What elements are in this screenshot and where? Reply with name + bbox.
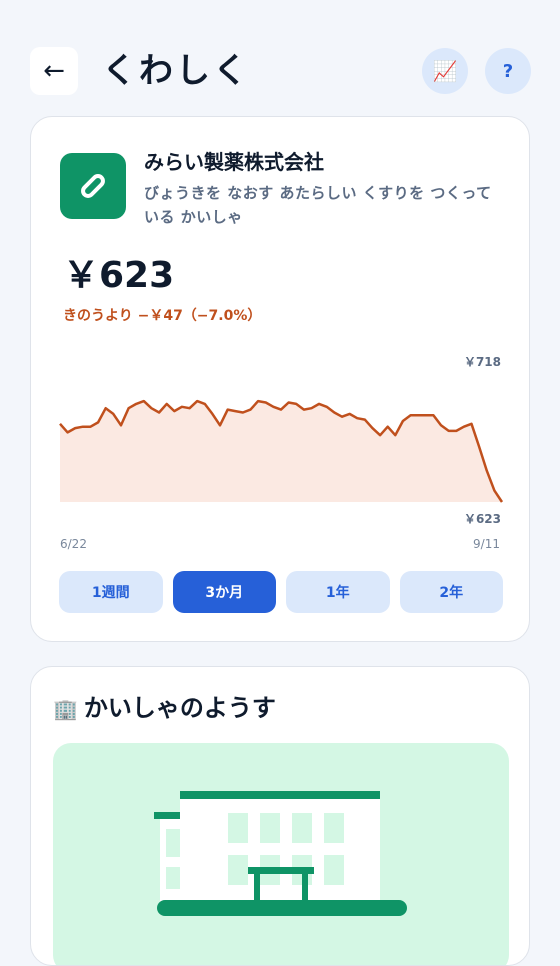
period-button-1week[interactable]: 1週間	[59, 571, 163, 613]
help-label: ?	[502, 60, 514, 82]
back-arrow-icon: ←	[43, 56, 65, 86]
company-description: びょうきを なおす あたらしい くすりを つくって いる かいしゃ	[144, 184, 492, 226]
period-selector: 1週間 3か月 1年 2年	[59, 571, 503, 613]
building-icon: 🏢	[53, 697, 78, 721]
stock-price: ￥623	[63, 255, 175, 296]
page-title: くわしく	[102, 51, 250, 91]
section-title: 🏢 かいしゃのようす	[53, 691, 276, 726]
company-name: みらい製薬株式会社	[144, 150, 324, 174]
period-button-3months[interactable]: 3か月	[172, 571, 276, 613]
max-price-label: ￥718	[463, 355, 501, 369]
end-date-label: 9/11	[473, 537, 500, 551]
company-logo	[60, 153, 126, 219]
chart-icon: 📈	[432, 59, 458, 83]
min-price-label: ￥623	[463, 512, 501, 526]
period-button-2years[interactable]: 2年	[399, 571, 503, 613]
pill-icon	[81, 174, 105, 198]
header: ← くわしく 📈 ?	[0, 0, 560, 110]
stock-card: みらい製薬株式会社 びょうきを なおす あたらしい くすりを つくって いる か…	[30, 116, 530, 642]
section-title-text: かいしゃのようす	[83, 694, 276, 722]
company-card: 🏢 かいしゃのようす	[30, 666, 530, 966]
start-date-label: 6/22	[60, 537, 87, 551]
period-button-1year[interactable]: 1年	[286, 571, 390, 613]
help-button[interactable]: ?	[485, 48, 531, 94]
price-change: きのうより −￥47（−7.0%）	[63, 308, 262, 324]
back-button[interactable]: ←	[30, 47, 78, 95]
price-chart	[59, 399, 504, 503]
chart-button[interactable]: 📈	[422, 48, 468, 94]
